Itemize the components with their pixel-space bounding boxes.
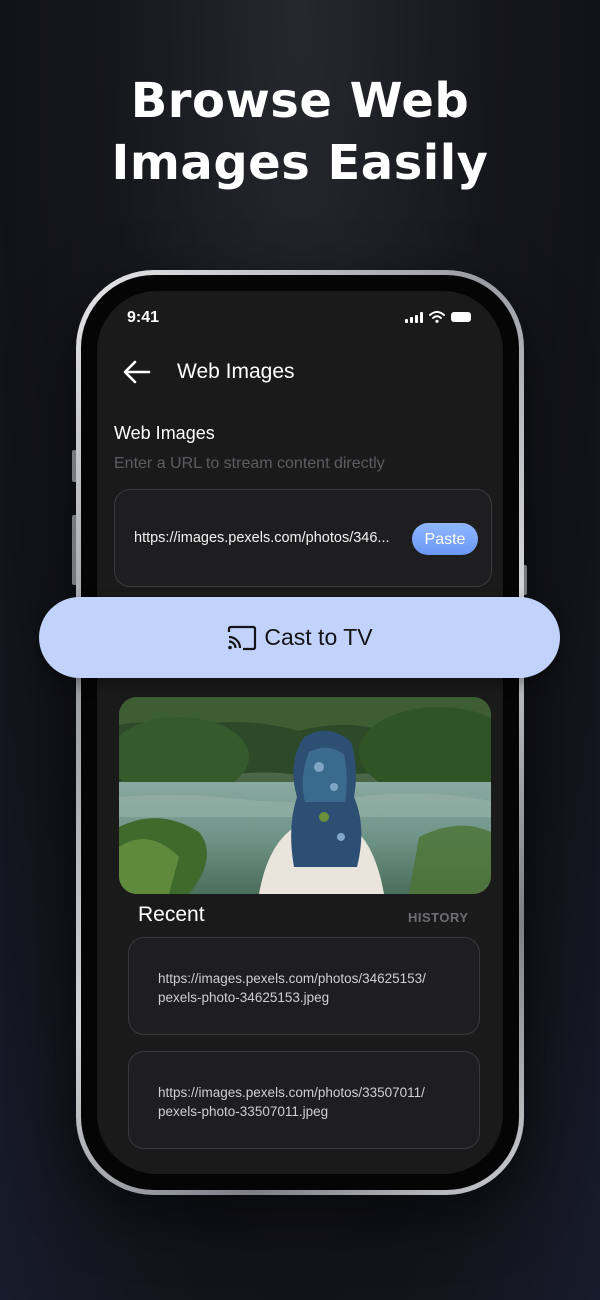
- url-input-container[interactable]: https://images.pexels.com/photos/346... …: [114, 489, 492, 587]
- image-preview: [119, 697, 491, 894]
- cast-button-label: Cast to TV: [264, 624, 373, 650]
- phone-frame: 9:41 Web Images Web Images Enter a URL t…: [76, 270, 524, 1195]
- promo-headline: Browse Web Images Easily: [0, 70, 600, 194]
- cast-to-tv-button[interactable]: Cast to TV: [39, 597, 560, 678]
- app-screen: 9:41 Web Images Web Images Enter a URL t…: [97, 291, 503, 1174]
- phone-bezel: 9:41 Web Images Web Images Enter a URL t…: [81, 275, 519, 1190]
- recent-title: Recent: [138, 903, 205, 926]
- preview-photo: [119, 697, 491, 894]
- recent-item-url-line-2: pexels-photo-34625153.jpeg: [158, 990, 330, 1005]
- headline-line-2: Images Easily: [111, 135, 489, 191]
- recent-item-url-line-1: https://images.pexels.com/photos/3462515…: [158, 971, 426, 986]
- recent-item[interactable]: https://images.pexels.com/photos/3350701…: [128, 1051, 480, 1149]
- url-input[interactable]: https://images.pexels.com/photos/346...: [134, 530, 394, 546]
- recent-item-url-line-1: https://images.pexels.com/photos/3350701…: [158, 1085, 425, 1100]
- recent-item-url-line-2: pexels-photo-33507011.jpeg: [158, 1104, 329, 1119]
- recent-item[interactable]: https://images.pexels.com/photos/3462515…: [128, 937, 480, 1035]
- headline-line-1: Browse Web: [130, 73, 470, 129]
- cellular-signal-icon: [405, 311, 423, 323]
- cast-icon: [228, 625, 257, 650]
- page-title: Web Images: [177, 360, 295, 383]
- section-title: Web Images: [114, 423, 215, 443]
- battery-icon: [451, 312, 471, 322]
- history-link[interactable]: HISTORY: [408, 910, 469, 925]
- section-subtitle: Enter a URL to stream content directly: [114, 455, 385, 472]
- status-icons: [405, 311, 471, 323]
- status-time: 9:41: [127, 309, 160, 326]
- wifi-icon: [429, 311, 445, 323]
- arrow-left-icon[interactable]: [121, 359, 153, 385]
- paste-button[interactable]: Paste: [412, 523, 478, 555]
